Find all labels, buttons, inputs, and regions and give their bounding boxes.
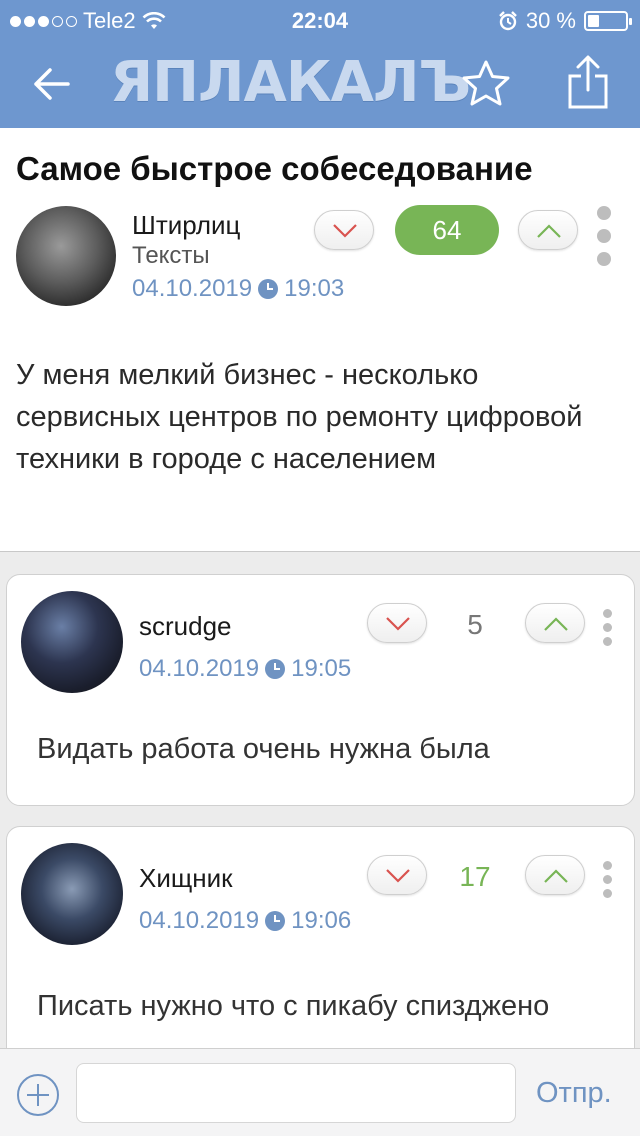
post-time: 19:03 — [284, 275, 345, 302]
chevron-down-icon — [386, 617, 410, 631]
clock-icon — [265, 911, 286, 931]
navigation-bar: ЯПЛАКАЛЪ — [0, 40, 640, 128]
post-date: 04.10.2019 — [132, 275, 253, 302]
comment-date: 04.10.2019 — [139, 655, 260, 682]
post-score: 64 — [395, 205, 499, 255]
favorite-star-icon[interactable] — [460, 58, 512, 110]
clock-icon — [258, 279, 279, 299]
comment-body: Писать нужно что с пикабу спиздженo — [37, 990, 550, 1022]
post-card: Самое быстрое собеседование Штирлиц Текс… — [0, 128, 640, 552]
status-bar: Tele2 22:04 30 % — [0, 0, 640, 40]
author-avatar[interactable] — [16, 206, 116, 306]
comment-author[interactable]: scrudge — [139, 611, 232, 642]
comment-score: 17 — [459, 861, 491, 892]
comment-datetime: 04.10.2019 19:06 — [139, 907, 351, 935]
add-attachment-icon[interactable] — [16, 1073, 60, 1117]
comment-author[interactable]: Хищник — [139, 863, 233, 894]
commenter-avatar[interactable] — [21, 591, 123, 693]
comment-time: 19:05 — [291, 655, 352, 682]
battery-icon — [584, 11, 632, 31]
comment-body: Видать работа очень нужна была — [37, 733, 490, 765]
post-title: Самое быстрое собеседование — [16, 150, 533, 187]
post-body: У меня мелкий бизнес - несколько сервисн… — [16, 359, 583, 475]
back-arrow-icon[interactable] — [28, 60, 76, 108]
downvote-button[interactable] — [314, 210, 374, 250]
alarm-icon — [498, 11, 517, 31]
comment-date: 04.10.2019 — [139, 907, 260, 934]
chevron-up-icon — [537, 224, 561, 238]
upvote-button[interactable] — [518, 210, 578, 250]
downvote-button[interactable] — [367, 603, 427, 643]
chevron-up-icon — [544, 869, 568, 883]
site-logo[interactable]: ЯПЛАКАЛЪ — [110, 50, 471, 116]
battery-percent: 30 % — [525, 8, 576, 33]
comment-card: scrudge 04.10.2019 19:05 5 Видать работа… — [6, 574, 635, 806]
reply-input[interactable] — [76, 1063, 516, 1123]
commenter-avatar[interactable] — [21, 843, 123, 945]
clock-icon — [265, 659, 286, 679]
comment-time: 19:06 — [291, 907, 352, 934]
more-options-icon[interactable] — [603, 609, 619, 655]
downvote-button[interactable] — [367, 855, 427, 895]
chevron-down-icon — [333, 224, 357, 238]
more-options-icon[interactable] — [597, 206, 613, 275]
upvote-button[interactable] — [525, 603, 585, 643]
comment-datetime: 04.10.2019 19:05 — [139, 655, 351, 683]
share-icon[interactable] — [566, 54, 610, 110]
status-right: 30 % — [498, 8, 632, 34]
top-bar: Tele2 22:04 30 % ЯПЛАКАЛЪ — [0, 0, 640, 128]
chevron-down-icon — [386, 869, 410, 883]
post-author[interactable]: Штирлиц — [132, 210, 240, 241]
reply-bar: Отпр. — [0, 1048, 640, 1136]
more-options-icon[interactable] — [603, 861, 619, 907]
post-category[interactable]: Тексты — [132, 242, 210, 270]
post-datetime: 04.10.2019 19:03 — [132, 275, 344, 303]
chevron-up-icon — [544, 617, 568, 631]
comment-score: 5 — [467, 609, 483, 640]
upvote-button[interactable] — [525, 855, 585, 895]
comment-card: Хищник 04.10.2019 19:06 17 Писать нужно … — [6, 826, 635, 1086]
send-button[interactable]: Отпр. — [536, 1077, 612, 1110]
